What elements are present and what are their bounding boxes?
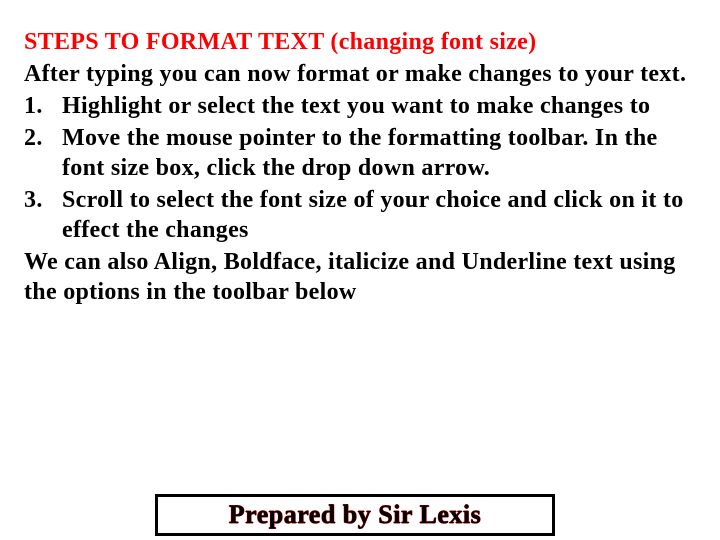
footer-line-2: Oppong [168, 530, 542, 536]
steps-list: Highlight or select the text you want to… [24, 91, 696, 245]
document-body: STEPS TO FORMAT TEXT (changing font size… [0, 0, 720, 307]
step-item: Highlight or select the text you want to… [24, 91, 696, 121]
intro-text: After typing you can now format or make … [24, 59, 696, 89]
footer-line-1: Prepared by Sir Lexis [168, 500, 542, 530]
step-item: Scroll to select the font size of your c… [24, 185, 696, 245]
heading: STEPS TO FORMAT TEXT (changing font size… [24, 28, 696, 57]
outro-text: We can also Align, Boldface, italicize a… [24, 247, 696, 307]
step-item: Move the mouse pointer to the formatting… [24, 123, 696, 183]
footer-box: Prepared by Sir Lexis Oppong [155, 494, 555, 536]
